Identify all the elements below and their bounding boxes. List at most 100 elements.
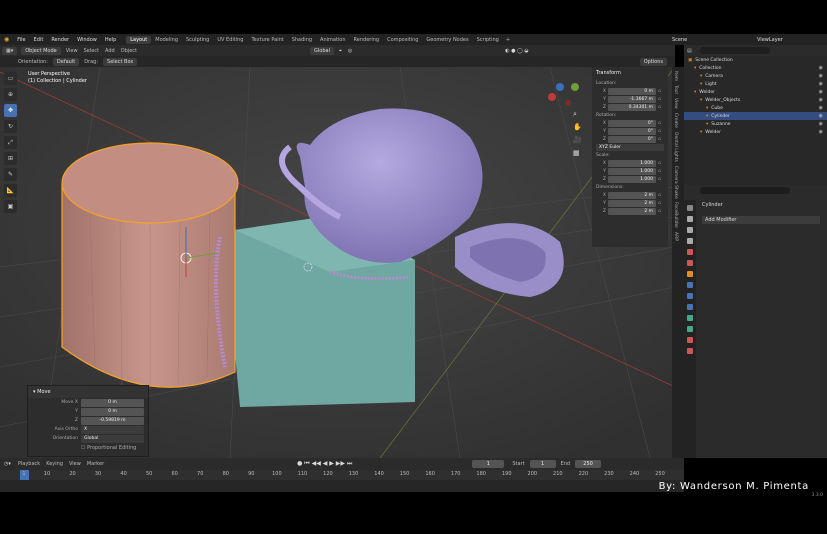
location-x-field[interactable]: 0 m	[608, 87, 656, 95]
visibility-eye-icon[interactable]: ◉	[819, 129, 823, 135]
timeline-ruler[interactable]: 1 10 20 30 40 50 60 70 80 90 100 110 120 130 140 150 160…	[0, 470, 684, 480]
tool-props-icon[interactable]	[687, 205, 693, 211]
visibility-eye-icon[interactable]: ◉	[819, 113, 823, 119]
outliner-item-suzanne[interactable]: ▾ Suzanne ◉	[684, 120, 827, 128]
proportional-icon[interactable]: ◎	[348, 48, 352, 54]
rotation-y-field[interactable]: 0°	[608, 127, 656, 135]
outliner-item-light[interactable]: ▾ Light ◉	[684, 80, 827, 88]
options-button[interactable]: Options	[639, 57, 667, 66]
location-z-field[interactable]: 0.34301 m	[608, 103, 656, 111]
outliner-item-cube[interactable]: ▾ Cube ◉	[684, 104, 827, 112]
scale-icon[interactable]: ⤢	[4, 136, 17, 149]
lock-icon[interactable]: ⌂	[658, 136, 664, 142]
visibility-eye-icon[interactable]: ◉	[819, 81, 823, 87]
camera-view-icon[interactable]: 🎥	[573, 134, 582, 147]
constraints-icon[interactable]	[687, 315, 693, 321]
cursor-icon[interactable]: ⊕	[4, 88, 17, 101]
sidebar-tab-create[interactable]: Create	[673, 113, 678, 128]
location-y-field[interactable]: -1.3667 m	[608, 95, 656, 103]
outliner-item-camera[interactable]: ▾ Camera ◉	[684, 72, 827, 80]
tab-compositing[interactable]: Compositing	[383, 36, 422, 44]
operator-title[interactable]: ▾ Move	[28, 386, 148, 398]
modifier-props-icon[interactable]	[687, 282, 693, 288]
proportional-checkbox[interactable]: ☐ Proportional Editing	[81, 445, 136, 451]
outliner-filter-icon[interactable]: ▤	[687, 48, 692, 54]
tab-sculpting[interactable]: Sculpting	[182, 36, 213, 44]
viewport-shading-buttons[interactable]: ◐ ● ◯ ◒	[505, 48, 528, 54]
outliner-item-welder_objects[interactable]: ▾ Welder_Objects ◉	[684, 96, 827, 104]
menu-window[interactable]: Window	[77, 37, 97, 43]
viewport-menu-object[interactable]: Object	[121, 48, 137, 54]
timeline-menu-view[interactable]: View	[69, 461, 81, 467]
timeline-menu-marker[interactable]: Marker	[87, 461, 104, 467]
viewport-menu-view[interactable]: View	[66, 48, 78, 54]
dimensions-x-field[interactable]: 2 m	[608, 191, 656, 199]
outliner-item-collection[interactable]: ▾ Collection ◉	[684, 64, 827, 72]
physics-icon[interactable]	[687, 304, 693, 310]
axis-ortho-dropdown[interactable]: X	[81, 425, 144, 434]
select-box-icon[interactable]: ▭	[4, 72, 17, 85]
viewport-menu-add[interactable]: Add	[105, 48, 115, 54]
lock-icon[interactable]: ⌂	[658, 168, 664, 174]
object-name-field[interactable]: Cylinder	[702, 202, 827, 208]
operator-value-field[interactable]: 0 m	[81, 398, 144, 407]
output-props-icon[interactable]	[687, 227, 693, 233]
visibility-eye-icon[interactable]: ◉	[819, 65, 823, 71]
tab-shading[interactable]: Shading	[288, 36, 316, 44]
orientation-dropdown[interactable]: Global	[81, 434, 144, 443]
lock-icon[interactable]: ⌂	[658, 192, 664, 198]
tab-scripting[interactable]: Scripting	[473, 36, 503, 44]
rotation-mode-dropdown[interactable]: XYZ Euler	[596, 143, 664, 151]
lock-icon[interactable]: ⌂	[658, 120, 664, 126]
tab-modeling[interactable]: Modeling	[151, 36, 182, 44]
visibility-eye-icon[interactable]: ◉	[819, 73, 823, 79]
lock-icon[interactable]: ⌂	[658, 96, 664, 102]
playback-controls[interactable]: ● ⏮ ◀◀ ◀ ▶ ▶▶ ⏭	[297, 460, 352, 468]
sidebar-tab-camera-shake[interactable]: Camera Shake	[673, 166, 678, 199]
add-modifier-button[interactable]: Add Modifier	[702, 216, 820, 224]
properties-search[interactable]	[700, 187, 790, 194]
menu-help[interactable]: Help	[105, 37, 116, 43]
operator-value-field[interactable]: -0.59819 m	[81, 416, 144, 425]
sidebar-tab-facebuilder[interactable]: FaceBuilder	[673, 202, 678, 228]
timeline-editor-icon[interactable]: ◷▾	[4, 461, 11, 467]
material-props-icon[interactable]	[687, 337, 693, 343]
snap-icon[interactable]: ⌖	[339, 48, 342, 54]
menu-edit[interactable]: Edit	[34, 37, 44, 43]
outliner-search[interactable]	[699, 47, 770, 54]
data-props-icon[interactable]	[687, 326, 693, 332]
dimensions-y-field[interactable]: 2 m	[608, 199, 656, 207]
lock-icon[interactable]: ⌂	[658, 200, 664, 206]
mode-selector[interactable]: Object Mode	[21, 46, 61, 55]
tab-uv-editing[interactable]: UV Editing	[213, 36, 247, 44]
start-frame-field[interactable]: 1	[529, 460, 556, 468]
dimensions-z-field[interactable]: 2 m	[608, 207, 656, 215]
outliner-item-scene collection[interactable]: ▣ Scene Collection	[684, 56, 827, 64]
sidebar-tab-view[interactable]: View	[673, 98, 678, 109]
editor-type-button[interactable]: ▦▾	[2, 46, 18, 55]
orientation-dropdown[interactable]: Default	[52, 57, 80, 66]
lock-icon[interactable]: ⌂	[658, 208, 664, 214]
tab-layout[interactable]: Layout	[126, 35, 152, 44]
tab-animation[interactable]: Animation	[316, 36, 350, 44]
add-cube-icon[interactable]: ▣	[4, 200, 17, 213]
grid-view-icon[interactable]: ▦	[573, 147, 582, 160]
lock-icon[interactable]: ⌂	[658, 176, 664, 182]
drag-dropdown[interactable]: Select Box	[103, 57, 138, 66]
lock-icon[interactable]: ⌂	[658, 128, 664, 134]
view-layer-icon[interactable]	[687, 238, 693, 244]
operator-value-field[interactable]: 0 m	[81, 407, 144, 416]
pan-icon[interactable]: ✋	[573, 121, 582, 134]
texture-props-icon[interactable]	[687, 348, 693, 354]
scene-selector[interactable]: Scene	[672, 37, 687, 43]
tab-texture-paint[interactable]: Texture Paint	[247, 36, 287, 44]
tab-geometry-nodes[interactable]: Geometry Nodes	[422, 36, 472, 44]
scale-x-field[interactable]: 1.000	[608, 159, 656, 167]
outliner-item-welder[interactable]: ▾ Welder ◉	[684, 88, 827, 96]
measure-icon[interactable]: 📐	[4, 184, 17, 197]
rotation-x-field[interactable]: 0°	[608, 119, 656, 127]
render-props-icon[interactable]	[687, 216, 693, 222]
scale-z-field[interactable]: 1.000	[608, 175, 656, 183]
sidebar-tab-arp[interactable]: ARP	[673, 232, 678, 241]
zoom-icon[interactable]: ⌕	[573, 108, 582, 121]
